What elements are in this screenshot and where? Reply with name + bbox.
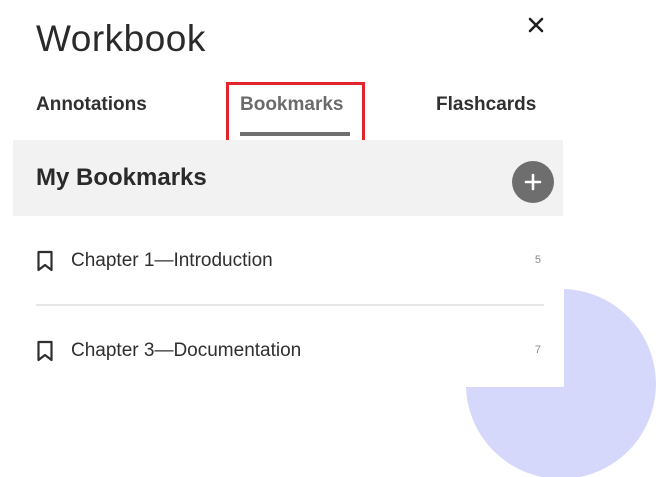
close-icon <box>528 17 544 33</box>
section-title: My Bookmarks <box>36 164 207 191</box>
section-header: My Bookmarks <box>13 140 563 216</box>
bookmark-label: Chapter 1—Introduction <box>71 250 273 271</box>
panel-title: Workbook <box>36 18 206 59</box>
bookmark-item[interactable]: Chapter 1—Introduction 5 <box>36 243 544 279</box>
workbook-panel: Workbook Annotations Bookmarks Flashcard… <box>0 0 665 477</box>
bookmark-label: Chapter 3—Documentation <box>71 340 302 361</box>
tab-flashcards[interactable]: Flashcards <box>436 94 536 116</box>
bookmark-icon <box>37 340 53 362</box>
tab-annotations[interactable]: Annotations <box>36 94 147 116</box>
bookmark-page-count: 5 <box>534 254 541 266</box>
bookmark-icon <box>37 250 53 272</box>
decorative-shape <box>466 289 656 477</box>
close-button[interactable] <box>521 10 551 40</box>
add-bookmark-button[interactable] <box>512 161 554 203</box>
highlight-box <box>226 82 365 149</box>
plus-icon <box>524 173 542 191</box>
